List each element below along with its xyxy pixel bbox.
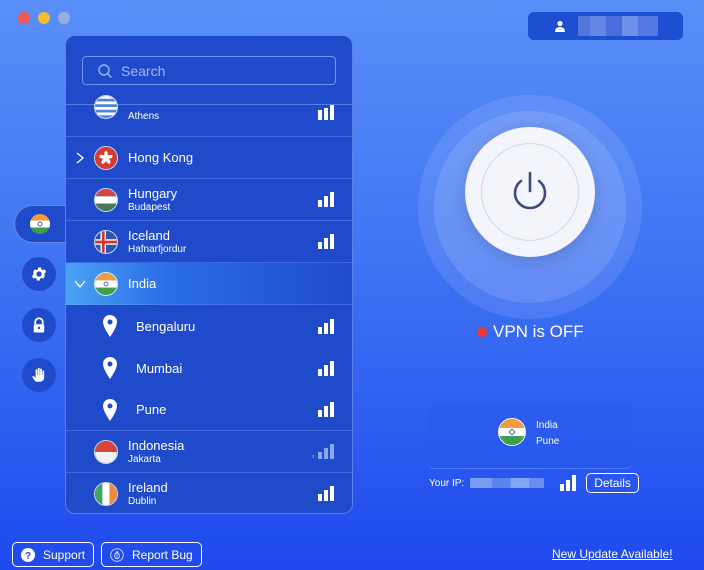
user-icon xyxy=(555,20,565,32)
location-row-bengaluru[interactable]: Bengaluru xyxy=(66,305,352,347)
iceland-flag-icon xyxy=(94,229,118,254)
report-bug-label: Report Bug xyxy=(132,547,193,562)
ireland-flag-icon xyxy=(94,481,118,506)
location-country: Indonesia xyxy=(128,437,185,453)
location-row-athens[interactable]: Athens xyxy=(66,95,352,137)
indonesia-flag-icon xyxy=(94,439,118,464)
signal-strength-icon xyxy=(318,360,334,376)
selected-country: India xyxy=(536,420,558,431)
window-controls xyxy=(18,12,70,24)
signal-strength-icon xyxy=(318,192,334,207)
side-nav-locations[interactable] xyxy=(14,205,68,243)
hungary-flag-icon xyxy=(94,187,118,212)
search-icon xyxy=(98,63,112,78)
location-row-hungary[interactable]: Hungary Budapest xyxy=(66,179,352,221)
account-username-redacted xyxy=(578,16,658,36)
new-update-link[interactable]: New Update Available! xyxy=(552,547,673,561)
status-indicator-dot xyxy=(477,327,487,337)
power-icon xyxy=(513,171,547,210)
chevron-right-icon[interactable] xyxy=(74,152,86,164)
side-nav-settings[interactable] xyxy=(22,257,56,291)
report-bug-button[interactable]: Report Bug xyxy=(101,542,202,567)
vpn-status-text: VPN is OFF xyxy=(493,322,584,341)
location-city: Bengaluru xyxy=(136,318,196,334)
details-button[interactable]: Details xyxy=(586,473,639,493)
location-country: India xyxy=(128,276,157,291)
location-city: Hafnarfjordur xyxy=(128,243,187,255)
ip-label: Your IP: xyxy=(429,477,465,489)
location-city: Pune xyxy=(136,402,167,417)
location-row-mumbai[interactable]: Mumbai xyxy=(66,347,352,389)
location-row-ireland[interactable]: Ireland Dublin xyxy=(66,473,352,513)
signal-strength-icon xyxy=(318,105,334,120)
signal-strength-icon xyxy=(560,475,577,491)
signal-strength-icon xyxy=(318,486,334,501)
location-city: Budapest xyxy=(128,201,171,213)
location-row-hong-kong[interactable]: Hong Kong xyxy=(66,137,352,179)
signal-unavailable-icon: x xyxy=(312,444,334,459)
search-input[interactable] xyxy=(121,62,321,79)
location-row-indonesia[interactable]: Indonesia Jakarta x xyxy=(66,431,352,473)
location-country: Ireland xyxy=(128,479,168,495)
signal-strength-icon xyxy=(318,234,334,249)
location-country: Iceland xyxy=(128,227,170,243)
chevron-down-icon[interactable] xyxy=(74,278,86,290)
location-row-india[interactable]: India xyxy=(66,263,352,305)
side-nav-block[interactable] xyxy=(22,358,56,392)
india-flag-icon xyxy=(498,418,526,446)
minimize-window-button[interactable] xyxy=(38,12,50,24)
location-country: Hong Kong xyxy=(128,150,194,165)
map-pin-icon xyxy=(103,315,117,337)
side-nav-security[interactable] xyxy=(22,308,56,342)
account-button[interactable] xyxy=(528,12,683,40)
selected-city: Pune xyxy=(536,436,560,447)
support-button[interactable]: ? Support xyxy=(12,542,95,567)
support-label: Support xyxy=(43,547,86,562)
map-pin-icon xyxy=(103,357,117,379)
hand-icon xyxy=(32,367,45,382)
power-button-area xyxy=(418,95,642,319)
power-button[interactable] xyxy=(465,127,595,257)
signal-strength-icon xyxy=(318,318,334,334)
location-row-iceland[interactable]: Iceland Hafnarfjordur xyxy=(66,221,352,263)
bug-icon xyxy=(110,547,124,562)
location-list[interactable]: Athens Hong Kong Hungary Budapest Icelan… xyxy=(66,95,352,513)
signal-strength-icon xyxy=(318,402,334,417)
svg-text:x: x xyxy=(312,454,315,459)
india-flag-icon xyxy=(94,271,118,296)
selected-location-card[interactable]: India Pune xyxy=(428,403,632,469)
location-panel: Athens Hong Kong Hungary xyxy=(65,35,353,514)
india-flag-icon xyxy=(30,214,50,234)
close-window-button[interactable] xyxy=(18,12,30,24)
hong-kong-flag-icon xyxy=(94,145,118,170)
location-row-pune[interactable]: Pune xyxy=(66,389,352,431)
map-pin-icon xyxy=(103,398,117,421)
greece-flag-icon xyxy=(94,95,118,119)
location-city: Dublin xyxy=(128,495,157,507)
lock-icon xyxy=(33,317,45,333)
svg-text:?: ? xyxy=(25,551,31,562)
ip-address-redacted xyxy=(470,478,545,488)
ip-info: Your IP: Details xyxy=(429,473,639,493)
help-icon: ? xyxy=(21,547,35,562)
vpn-status: VPN is OFF xyxy=(477,322,584,342)
zoom-window-button[interactable] xyxy=(58,12,70,24)
gear-icon xyxy=(31,267,47,281)
location-country: Hungary xyxy=(128,185,178,201)
location-city: Mumbai xyxy=(136,360,183,376)
search-field[interactable] xyxy=(82,56,336,85)
location-city: Jakarta xyxy=(128,453,161,465)
location-city: Athens xyxy=(128,111,160,122)
